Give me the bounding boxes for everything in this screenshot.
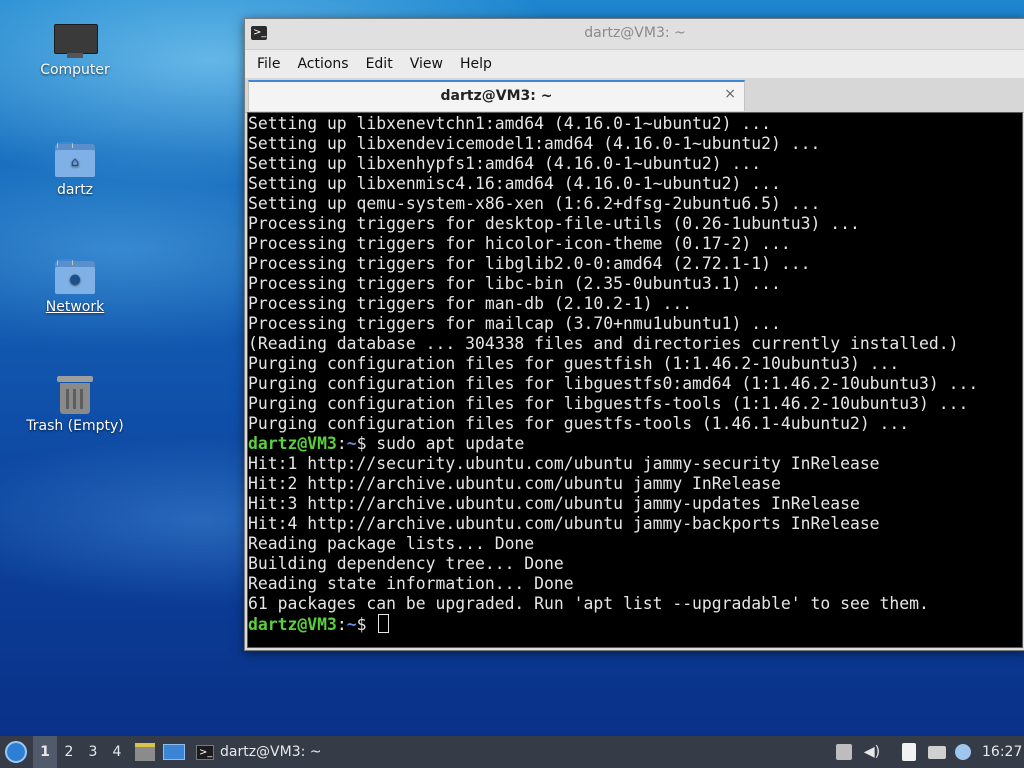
network-folder-icon: ●: [55, 259, 95, 295]
desktop-icon-network[interactable]: ● Network: [15, 259, 135, 315]
terminal-line: Setting up qemu-system-x86-xen (1:6.2+df…: [248, 194, 821, 213]
home-folder-icon: ⌂: [55, 142, 95, 178]
terminal-line: Setting up libxenhypfs1:amd64 (4.16.0-1~…: [248, 154, 762, 173]
terminal-line: Reading package lists... Done: [248, 534, 535, 553]
menubar: File Actions Edit View Help: [245, 50, 1024, 78]
prompt-line: dartz@VM3:~$ sudo apt update: [248, 434, 1022, 454]
terminal-line: Processing triggers for desktop-file-uti…: [248, 214, 860, 233]
show-desktop-button[interactable]: [162, 736, 186, 768]
command-text: sudo apt update: [366, 434, 525, 453]
taskbar-app-terminal[interactable]: >_ dartz@VM3: ~: [192, 736, 330, 768]
terminal-line: Purging configuration files for libguest…: [248, 374, 979, 393]
terminal-line: Building dependency tree... Done: [248, 554, 564, 573]
workspace-1[interactable]: 1: [33, 736, 57, 768]
prompt-user: dartz@VM3: [248, 434, 337, 453]
terminal-output[interactable]: Setting up libxenevtchn1:amd64 (4.16.0-1…: [247, 112, 1023, 648]
taskbar-app-label: dartz@VM3: ~: [220, 744, 322, 760]
clock[interactable]: 16:27: [982, 736, 1022, 768]
file-manager-icon: [135, 743, 155, 761]
update-notifier-icon: [836, 744, 852, 760]
desktop-icon-label: Network: [45, 299, 105, 315]
prompt-user: dartz@VM3: [248, 615, 337, 634]
clipboard-button[interactable]: [898, 736, 920, 768]
workspace-2[interactable]: 2: [57, 736, 81, 768]
prompt-line: dartz@VM3:~$: [248, 614, 1022, 634]
terminal-line: 61 packages can be upgraded. Run 'apt li…: [248, 594, 929, 613]
terminal-icon: >_: [196, 744, 214, 760]
terminal-line: Purging configuration files for guestfis…: [248, 354, 900, 373]
menu-edit[interactable]: Edit: [360, 56, 404, 72]
file-manager-launcher[interactable]: [134, 736, 156, 768]
volume-button[interactable]: ◀): [862, 736, 882, 768]
terminal-line: Processing triggers for libc-bin (2.35-0…: [248, 274, 781, 293]
prompt-separator: :: [336, 434, 347, 453]
tab-label: dartz@VM3: ~: [440, 88, 553, 104]
desktop-icon-trash[interactable]: Trash (Empty): [15, 374, 135, 434]
terminal-line: Setting up libxendevicemodel1:amd64 (4.1…: [248, 134, 821, 153]
terminal-line: Setting up libxenevtchn1:amd64 (4.16.0-1…: [248, 114, 772, 133]
menu-view[interactable]: View: [404, 56, 454, 72]
taskbar: 1 2 3 4 >_ dartz@VM3: ~ ◀) 16:27: [0, 736, 1024, 768]
notification-icon: [955, 744, 971, 760]
text-cursor: [378, 614, 390, 633]
desktop-icon-computer[interactable]: Computer: [15, 24, 135, 78]
menu-file[interactable]: File: [251, 56, 291, 72]
network-icon: [928, 745, 946, 759]
prompt-symbol: $: [356, 434, 367, 453]
desktop-icon-label: Computer: [40, 62, 110, 78]
tray-item-updates[interactable]: [834, 736, 854, 768]
terminal-window[interactable]: >_ dartz@VM3: ~ File Actions Edit View H…: [244, 18, 1024, 651]
network-button[interactable]: [926, 736, 948, 768]
terminal-line: Processing triggers for mailcap (3.70+nm…: [248, 314, 781, 333]
menu-help[interactable]: Help: [454, 56, 503, 72]
desktop-icon-label: dartz: [56, 182, 94, 198]
start-menu-button[interactable]: [0, 736, 32, 768]
terminal-line: Processing triggers for hicolor-icon-the…: [248, 234, 791, 253]
terminal-line: Hit:1 http://security.ubuntu.com/ubuntu …: [248, 454, 880, 473]
window-title: dartz@VM3: ~: [584, 25, 686, 41]
tab-close-icon[interactable]: ×: [724, 86, 736, 102]
start-menu-icon: [5, 741, 27, 763]
terminal-line: Setting up libxenmisc4.16:amd64 (4.16.0-…: [248, 174, 781, 193]
terminal-line: (Reading database ... 304338 files and d…: [248, 334, 959, 353]
menu-actions[interactable]: Actions: [291, 56, 359, 72]
workspace-3[interactable]: 3: [81, 736, 105, 768]
trash-icon: [57, 374, 93, 414]
terminal-line: Reading state information... Done: [248, 574, 574, 593]
terminal-line: Purging configuration files for guestfs-…: [248, 414, 910, 433]
notifications-button[interactable]: [952, 736, 974, 768]
workspace-4[interactable]: 4: [105, 736, 129, 768]
desktop-icon: [163, 744, 185, 760]
computer-icon: [54, 24, 98, 58]
terminal-line: Hit:4 http://archive.ubuntu.com/ubuntu j…: [248, 514, 880, 533]
terminal-tab[interactable]: dartz@VM3: ~ ×: [248, 80, 745, 111]
window-titlebar[interactable]: >_ dartz@VM3: ~: [245, 19, 1024, 50]
terminal-line: Hit:2 http://archive.ubuntu.com/ubuntu j…: [248, 474, 781, 493]
prompt-path: ~: [346, 615, 357, 634]
desktop-icon-home-folder[interactable]: ⌂ dartz: [15, 142, 135, 198]
volume-icon: ◀): [863, 744, 881, 760]
clipboard-icon: [902, 743, 916, 761]
tab-bar: dartz@VM3: ~ ×: [245, 78, 1024, 113]
terminal-line: Purging configuration files for libguest…: [248, 394, 969, 413]
terminal-line: Hit:3 http://archive.ubuntu.com/ubuntu j…: [248, 494, 860, 513]
terminal-line: Processing triggers for libglib2.0-0:amd…: [248, 254, 811, 273]
desktop-icon-label: Trash (Empty): [26, 418, 124, 434]
prompt-path: ~: [346, 434, 357, 453]
prompt-separator: :: [336, 615, 347, 634]
prompt-symbol: $: [356, 615, 367, 634]
terminal-line: Processing triggers for man-db (2.10.2-1…: [248, 294, 693, 313]
